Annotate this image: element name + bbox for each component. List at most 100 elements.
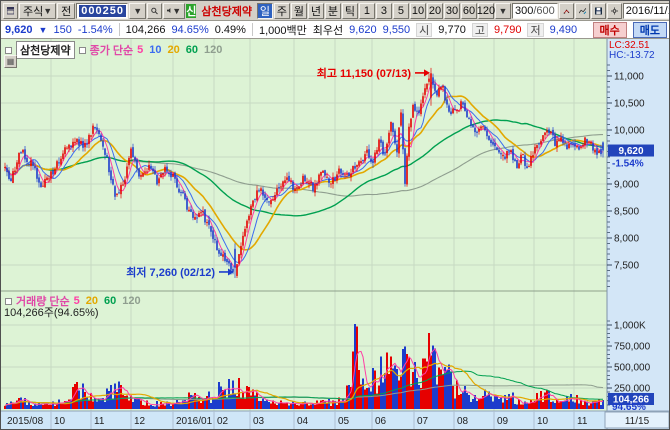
open-price: 9,770	[438, 24, 466, 36]
jeon-button[interactable]: 전	[57, 3, 75, 19]
svg-text:10,000: 10,000	[614, 126, 645, 137]
interval-button-3[interactable]: 3	[376, 3, 392, 19]
quote-value-traded: 1,000백만	[259, 22, 307, 38]
svg-text:9,620: 9,620	[618, 146, 643, 157]
down-arrow-icon: ▼	[39, 25, 48, 35]
chart-mini-tool-icon[interactable]: ▦	[4, 55, 17, 68]
svg-text:250,000: 250,000	[614, 384, 651, 395]
svg-text:09: 09	[497, 416, 509, 427]
ma-period-120: 120	[204, 44, 222, 56]
ma-period-5: 5	[137, 44, 143, 56]
ma-period-10: 10	[149, 44, 161, 56]
svg-text:94.65%: 94.65%	[612, 402, 646, 413]
low-price: 9,490	[550, 24, 578, 36]
main-toolbar: 주식▼ 전 000250 ▼ ▼ 신 삼천당제약 일주월년분틱 13510203…	[1, 1, 670, 20]
svg-text:08: 08	[457, 416, 469, 427]
svg-text:04: 04	[297, 416, 309, 427]
divider	[119, 23, 120, 36]
svg-text:11: 11	[577, 416, 588, 427]
svg-text:500,000: 500,000	[614, 363, 651, 374]
svg-text:7,500: 7,500	[614, 261, 639, 272]
search-icon[interactable]	[147, 3, 162, 19]
volume-summary: 104,266주(94.65%)	[4, 304, 99, 320]
price-ma-label: 종가 단순	[90, 42, 134, 58]
period-tab-틱[interactable]: 틱	[342, 3, 358, 19]
low-label: 저	[527, 23, 543, 37]
gear-icon[interactable]	[607, 3, 622, 19]
svg-text:750,000: 750,000	[614, 342, 651, 353]
ma-period-120: 120	[122, 295, 140, 307]
quote-change: 150	[53, 24, 71, 36]
interval-button-10[interactable]: 10	[410, 3, 426, 19]
stock-name: 삼천당제약	[197, 3, 256, 19]
high-label: 고	[472, 23, 488, 37]
sell-button[interactable]: 매도	[633, 22, 667, 38]
buy-button[interactable]: 매수	[593, 22, 627, 38]
period-tab-월[interactable]: 월	[291, 3, 307, 19]
svg-text:06: 06	[375, 416, 387, 427]
svg-text:최저 7,260 (02/12): 최저 7,260 (02/12)	[126, 265, 215, 279]
interval-button-60[interactable]: 60	[461, 3, 477, 19]
svg-text:2016/01: 2016/01	[176, 416, 213, 427]
ma-period-60: 60	[186, 44, 198, 56]
quote-strip: 9,620 ▼ 150 -1.54% 104,266 94.65% 0.49% …	[1, 20, 670, 39]
interval-dropdown[interactable]: ▼	[495, 3, 511, 19]
interval-button-30[interactable]: 30	[444, 3, 460, 19]
quote-price: 9,620	[5, 24, 33, 36]
quote-turnover: 0.49%	[215, 24, 246, 36]
interval-button-20[interactable]: 20	[427, 3, 443, 19]
chart-canvas[interactable]: 삼천당제약 종가 단순 5102060120 ▦ 거래량 단순 52060120…	[1, 39, 670, 430]
new-stock-badge: 신	[186, 4, 196, 18]
speaker-icon[interactable]: ▼	[163, 3, 185, 19]
period-tab-일[interactable]: 일	[257, 3, 273, 19]
svg-text:9,000: 9,000	[614, 180, 639, 191]
bar-count-input[interactable]: 300/600	[512, 3, 558, 19]
ma-period-20: 20	[168, 44, 180, 56]
stock-code-input[interactable]: 000250	[76, 3, 128, 19]
svg-text:최고 11,150 (07/13): 최고 11,150 (07/13)	[317, 66, 412, 80]
quick-menu-icon[interactable]	[3, 3, 18, 19]
svg-text:10,500: 10,500	[614, 99, 645, 110]
svg-text:2015/08: 2015/08	[7, 416, 44, 427]
divider	[252, 23, 253, 36]
period-tab-주[interactable]: 주	[274, 3, 290, 19]
svg-text:03: 03	[253, 416, 265, 427]
code-dropdown-button[interactable]: ▼	[129, 3, 146, 19]
best-ask: 9,620	[349, 24, 377, 36]
interval-button-5[interactable]: 5	[393, 3, 409, 19]
high-price: 9,790	[494, 24, 522, 36]
ma-period-60: 60	[104, 295, 116, 307]
quote-change-pct: -1.54%	[78, 24, 113, 36]
best-bid: 9,550	[383, 24, 411, 36]
svg-text:HC:-13.72: HC:-13.72	[609, 50, 655, 61]
legend-checkbox-icon[interactable]	[5, 47, 12, 54]
svg-text:11,000: 11,000	[614, 72, 644, 83]
svg-text:8,000: 8,000	[614, 234, 639, 245]
interval-button-1[interactable]: 1	[359, 3, 375, 19]
quote-volume: 104,266	[126, 24, 166, 36]
legend-stock-name: 삼천당제약	[16, 41, 75, 59]
asset-type-select[interactable]: 주식▼	[19, 3, 56, 19]
svg-text:8,500: 8,500	[614, 207, 639, 218]
date-field[interactable]: 2016/11/15	[623, 3, 670, 19]
chart-plot[interactable]: 최고 11,150 (07/13)최저 7,260 (02/12)LC:32.5…	[1, 39, 670, 430]
chevron-down-icon: ▼	[43, 6, 52, 16]
chart-tool-icon[interactable]	[575, 3, 590, 19]
period-tab-년[interactable]: 년	[308, 3, 324, 19]
svg-text:11: 11	[94, 416, 105, 427]
interval-button-120[interactable]: 120	[478, 3, 494, 19]
quote-volume-ratio: 94.65%	[171, 24, 208, 36]
svg-text:05: 05	[338, 416, 350, 427]
svg-text:-1.54%: -1.54%	[612, 159, 644, 170]
open-label: 시	[416, 23, 432, 37]
svg-text:07: 07	[417, 416, 429, 427]
period-tab-분[interactable]: 분	[325, 3, 341, 19]
svg-text:10: 10	[54, 416, 66, 427]
legend-checkbox-icon[interactable]	[79, 47, 86, 54]
draw-tool-icon[interactable]	[559, 3, 574, 19]
svg-text:1,000K: 1,000K	[614, 321, 646, 332]
svg-text:11/15: 11/15	[625, 416, 650, 427]
period-tab-group: 일주월년분틱	[257, 3, 358, 19]
svg-text:12: 12	[134, 416, 146, 427]
save-icon[interactable]	[591, 3, 606, 19]
